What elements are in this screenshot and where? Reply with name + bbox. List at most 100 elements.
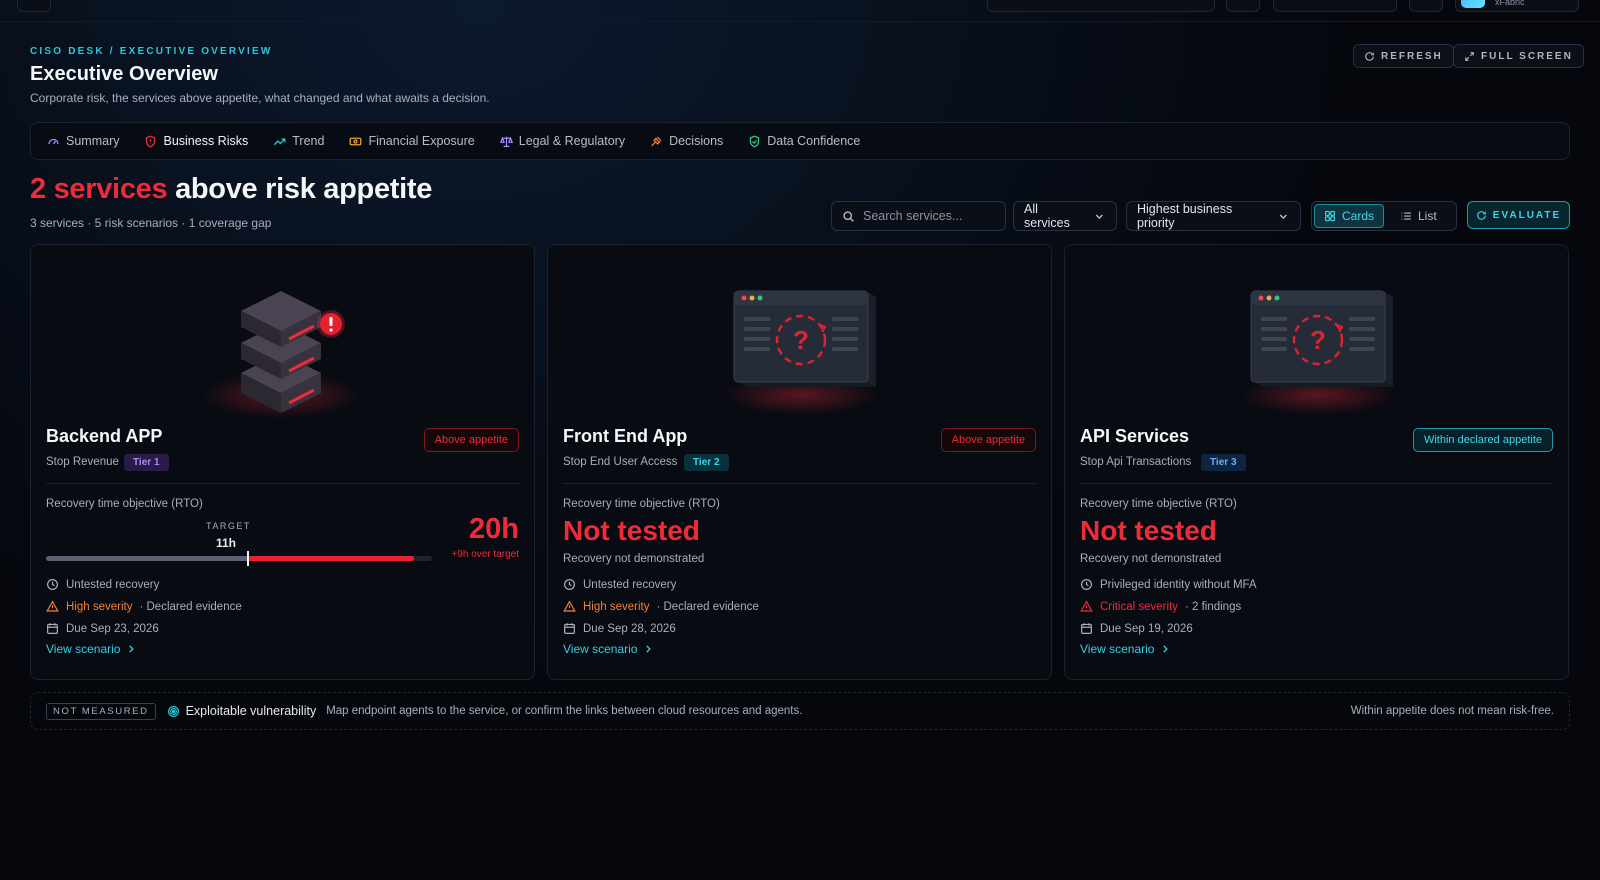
rto-label: Recovery time objective (RTO) (1080, 498, 1237, 510)
tab-data-confidence[interactable]: Data Confidence (748, 134, 860, 148)
rto-label: Recovery time objective (RTO) (563, 498, 720, 510)
evaluate-label: EVALUATE (1492, 209, 1562, 221)
tab-label: Decisions (669, 134, 724, 148)
list-icon (1401, 212, 1411, 220)
severity-text: High severity (66, 600, 133, 613)
identity-status: Privileged identity without MFA (1080, 578, 1257, 591)
service-card-api-services[interactable]: ? API Services Within declared appetite … (1064, 244, 1569, 680)
browser-unknown-illustration: ? (1240, 290, 1396, 415)
not-measured-tag: NOT MEASURED (46, 702, 156, 720)
view-toggle: Cards List (1311, 201, 1457, 231)
filter-value: All services (1024, 202, 1070, 230)
headline-rest: above risk appetite (167, 173, 433, 205)
tab-trend[interactable]: Trend (273, 134, 324, 148)
chevron-right-icon (129, 645, 135, 653)
shield-alert-icon (146, 135, 156, 147)
clock-icon (564, 579, 575, 590)
severity-text: Critical severity (1100, 600, 1178, 613)
due-date: Due Sep 23, 2026 (46, 622, 159, 635)
risk-headline: 2 services above risk appetite (30, 173, 432, 206)
due-date: Due Sep 19, 2026 (1080, 622, 1193, 635)
status-badge: Within declared appetite (1412, 428, 1553, 452)
sort-select[interactable]: Highest business priority (1126, 201, 1301, 231)
service-name: Front End App (563, 426, 688, 446)
recovery-status: Untested recovery (563, 578, 676, 591)
due-date-text: Due Sep 19, 2026 (1100, 622, 1193, 635)
page-subtitle: Corporate risk, the services above appet… (30, 91, 490, 105)
view-cards-button[interactable]: Cards (1314, 204, 1385, 228)
view-scenario-link[interactable]: View scenario (563, 642, 653, 656)
evaluate-button[interactable]: EVALUATE (1467, 201, 1570, 229)
tab-business-risks[interactable]: Business Risks (144, 134, 248, 148)
refresh-label: REFRESH (1381, 50, 1443, 62)
fullscreen-button[interactable]: FULL SCREEN (1453, 44, 1584, 68)
warning-icon (1080, 600, 1093, 612)
severity-text: High severity (583, 600, 650, 613)
executive-overview-page: xFabric CISO DESK / EXECUTIVE OVERVIEW E… (0, 0, 1600, 880)
context-selector[interactable] (1273, 0, 1397, 12)
expand-icon (1465, 51, 1474, 61)
refresh-icon (1365, 51, 1374, 61)
tab-label: Legal & Regulatory (518, 134, 626, 148)
due-date-text: Due Sep 23, 2026 (66, 622, 159, 635)
service-card-backend-app[interactable]: Backend APP Above appetite Stop Revenue … (30, 244, 535, 680)
view-scenario-label: View scenario (1080, 642, 1155, 656)
refresh-button[interactable]: REFRESH (1353, 44, 1454, 68)
menu-button[interactable] (17, 0, 51, 12)
target-icon (167, 705, 179, 717)
calendar-icon (564, 623, 575, 634)
recovery-status-text: Untested recovery (583, 578, 677, 591)
warning-icon (46, 600, 59, 612)
gavel-icon (651, 136, 662, 146)
fullscreen-label: FULL SCREEN (1481, 50, 1573, 62)
rto-value: 20h (469, 513, 519, 545)
tab-legal-regulatory[interactable]: Legal & Regulatory (499, 134, 626, 148)
severity-detail: · Declared evidence (139, 600, 242, 613)
svg-text:?: ? (793, 325, 809, 355)
grid-icon (1324, 210, 1336, 222)
breadcrumb: CISO DESK / EXECUTIVE OVERVIEW (30, 46, 273, 57)
tier-badge: Tier 1 (124, 454, 169, 471)
tier-badge: Tier 3 (1201, 454, 1246, 471)
service-impact: Stop Revenue (46, 456, 119, 468)
tab-summary[interactable]: Summary (47, 134, 119, 148)
rto-target-label: TARGET (206, 521, 251, 531)
coverage-note: Within appetite does not mean risk-free. (1350, 705, 1554, 717)
rto-target-value: 11h (216, 536, 237, 550)
clock-icon (47, 579, 58, 590)
tab-label: Summary (66, 134, 120, 148)
severity-line: Critical severity · 2 findings (1080, 600, 1241, 613)
service-card-front-end-app[interactable]: ? Front End App Above appetite Stop End … (547, 244, 1052, 680)
tab-financial-exposure[interactable]: Financial Exposure (349, 134, 475, 148)
recovery-status: Untested recovery (46, 578, 159, 591)
severity-line: High severity · Declared evidence (46, 600, 242, 613)
view-list-button[interactable]: List (1391, 204, 1446, 228)
card-divider (563, 483, 1036, 484)
service-name: API Services (1080, 426, 1190, 446)
service-impact: Stop End User Access (563, 456, 678, 468)
due-date: Due Sep 28, 2026 (563, 622, 676, 635)
view-scenario-link[interactable]: View scenario (1080, 642, 1170, 656)
service-name: Backend APP (46, 426, 163, 446)
due-date-text: Due Sep 28, 2026 (583, 622, 676, 635)
tier-badge: Tier 2 (684, 454, 729, 471)
history-button[interactable] (1226, 0, 1260, 12)
chevron-down-icon (1096, 213, 1104, 219)
coverage-gap-strip: NOT MEASURED Exploitable vulnerability M… (30, 692, 1570, 730)
view-scenario-link[interactable]: View scenario (46, 642, 136, 656)
svg-text:?: ? (1310, 325, 1326, 355)
rto-status: Not tested (1080, 515, 1217, 546)
notifications-button[interactable] (1409, 0, 1443, 12)
tab-decisions[interactable]: Decisions (650, 134, 723, 148)
section-tabs: Summary Business Risks Trend Financial E… (30, 122, 1570, 160)
warning-icon (563, 600, 576, 612)
service-search-input[interactable]: Search services... (831, 201, 1006, 231)
service-filter-select[interactable]: All services (1013, 201, 1117, 231)
user-label: xFabric (1495, 0, 1525, 7)
page-title: Executive Overview (30, 63, 218, 85)
rto-status: Not tested (563, 515, 700, 546)
rto-bar-target-fill (46, 556, 248, 561)
global-search-input[interactable] (987, 0, 1215, 12)
chevron-right-icon (1163, 645, 1169, 653)
refresh-icon (1477, 210, 1486, 220)
